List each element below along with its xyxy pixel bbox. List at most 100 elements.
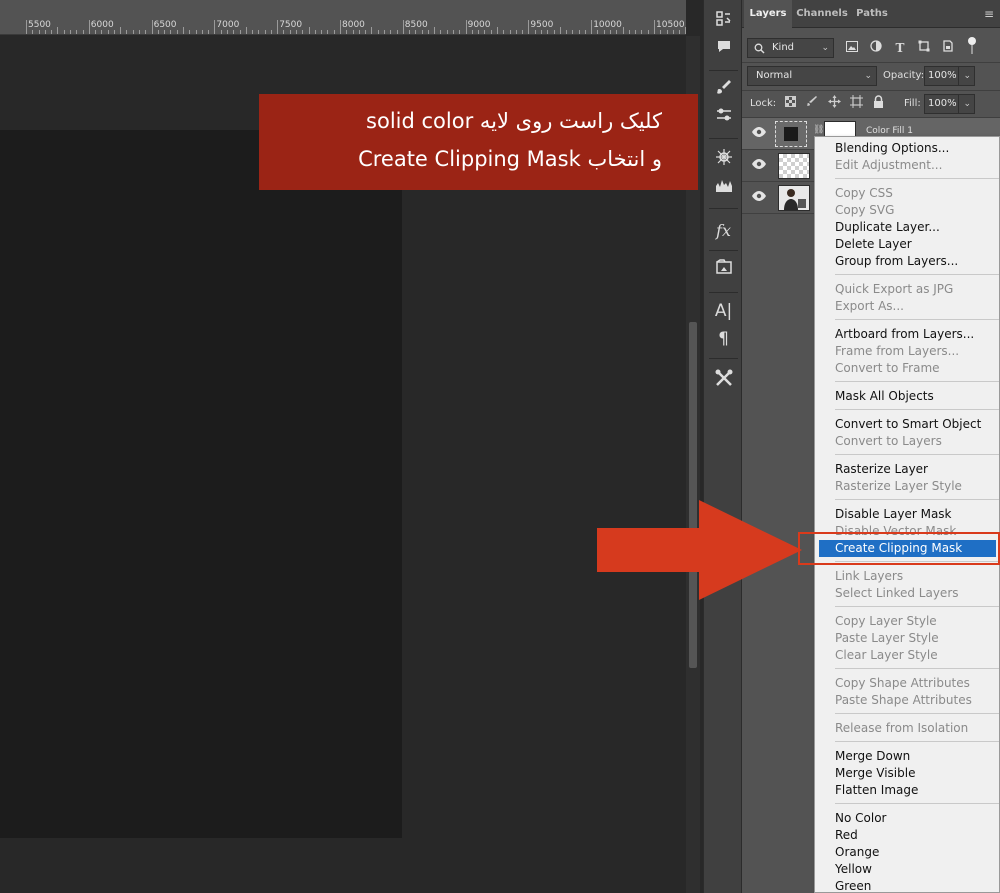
menu-item-edit-adjustment[interactable]: Edit Adjustment... (815, 157, 999, 174)
panel-icon-strip: fx A| ¶ (703, 0, 742, 893)
ruler-tick (358, 30, 360, 34)
tool-divider (709, 250, 738, 251)
menu-item-yellow[interactable]: Yellow (815, 861, 999, 878)
tab-layers[interactable]: Layers (744, 0, 792, 28)
menu-item-orange[interactable]: Orange (815, 844, 999, 861)
menu-item-convert-to-frame[interactable]: Convert to Frame (815, 360, 999, 377)
eye-icon[interactable] (752, 159, 766, 173)
menu-item-artboard-from-layers[interactable]: Artboard from Layers... (815, 326, 999, 343)
filter-toggle-icon[interactable] (964, 36, 980, 54)
ruler-tick (252, 30, 254, 34)
libraries-icon[interactable] (708, 258, 739, 284)
lock-artboard-icon[interactable] (848, 95, 864, 111)
smart-object-filter-icon[interactable] (940, 40, 956, 56)
character-icon[interactable]: A| (708, 298, 739, 324)
ruler-label: 10000 (593, 20, 622, 30)
document-canvas[interactable] (0, 130, 402, 838)
menu-item-flatten-image[interactable]: Flatten Image (815, 782, 999, 799)
photoshop-window: 5500 6000 6500 7000 7500 8000 8500 9000 9500 1000… (0, 0, 1000, 893)
lock-transparency-icon[interactable] (782, 95, 798, 111)
menu-item-disable-layer-mask[interactable]: Disable Layer Mask (815, 506, 999, 523)
fill-label: Fill: (904, 98, 921, 109)
layer-thumbnail[interactable] (778, 153, 810, 179)
ruler-tick (465, 20, 467, 34)
scrollbar-thumb[interactable] (689, 322, 697, 668)
menu-item-group-from-layers[interactable]: Group from Layers... (815, 253, 999, 270)
tab-paths[interactable]: Paths (852, 0, 892, 28)
menu-item-quick-export-as-jpg[interactable]: Quick Export as JPG (815, 281, 999, 298)
menu-item-rasterize-layer[interactable]: Rasterize Layer (815, 461, 999, 478)
lock-all-icon[interactable] (870, 95, 886, 111)
menu-item-convert-to-smart-object[interactable]: Convert to Smart Object (815, 416, 999, 433)
eye-icon[interactable] (752, 191, 766, 205)
menu-item-copy-layer-style[interactable]: Copy Layer Style (815, 613, 999, 630)
ruler-tick (283, 30, 285, 34)
tool-divider (709, 208, 738, 209)
menu-item-clear-layer-style[interactable]: Clear Layer Style (815, 647, 999, 664)
menu-item-copy-svg[interactable]: Copy SVG (815, 202, 999, 219)
menu-item-no-color[interactable]: No Color (815, 810, 999, 827)
type-filter-icon[interactable]: T (892, 40, 908, 56)
ruler-tick (32, 30, 34, 34)
ruler-tick (44, 30, 46, 34)
adjustment-filter-icon[interactable] (868, 40, 884, 56)
ruler-label: 9000 (467, 20, 491, 30)
menu-item-copy-shape-attributes[interactable]: Copy Shape Attributes (815, 675, 999, 692)
ruler-tick (446, 30, 448, 34)
comment-icon[interactable] (708, 38, 739, 64)
lock-pixels-icon[interactable] (804, 95, 820, 111)
history-brush-icon[interactable] (708, 10, 739, 36)
lock-position-icon[interactable] (826, 95, 842, 111)
panel-menu-icon[interactable]: ≡ (984, 7, 994, 21)
menu-item-paste-layer-style[interactable]: Paste Layer Style (815, 630, 999, 647)
opacity-value: 100% (928, 70, 957, 81)
menu-item-mask-all-objects[interactable]: Mask All Objects (815, 388, 999, 405)
pixel-filter-icon[interactable] (844, 40, 860, 56)
navigator-wheel-icon[interactable] (708, 148, 739, 174)
menu-item-frame-from-layers[interactable]: Frame from Layers... (815, 343, 999, 360)
ruler-tick (126, 30, 128, 34)
menu-item-red[interactable]: Red (815, 827, 999, 844)
menu-item-release-from-isolation[interactable]: Release from Isolation (815, 720, 999, 737)
ruler-tick (51, 30, 53, 34)
photo-layer-thumbnail[interactable] (778, 185, 810, 211)
fill-dropdown-button[interactable]: ⌄ (958, 94, 975, 114)
fx-icon[interactable]: fx (708, 218, 739, 244)
horizontal-ruler[interactable]: 5500 6000 6500 7000 7500 8000 8500 9000 9500 1000… (0, 0, 686, 35)
eye-icon[interactable] (752, 127, 766, 141)
ruler-tick (471, 30, 473, 34)
brush-settings-icon[interactable] (708, 78, 739, 104)
menu-item-blending-options[interactable]: Blending Options... (815, 140, 999, 157)
layer-name[interactable]: Color Fill 1 (866, 126, 913, 136)
ruler-tick (371, 27, 373, 34)
menu-item-select-linked-layers[interactable]: Select Linked Layers (815, 585, 999, 602)
ruler-label: 8000 (342, 20, 365, 30)
ruler-tick (578, 30, 580, 34)
shape-filter-icon[interactable] (916, 40, 932, 56)
menu-item-copy-css[interactable]: Copy CSS (815, 185, 999, 202)
blend-mode-dropdown[interactable]: Normal ⌄ (747, 66, 877, 86)
tools-icon[interactable] (708, 368, 739, 394)
menu-item-green[interactable]: Green (815, 878, 999, 893)
histogram-icon[interactable] (708, 176, 739, 202)
ruler-tick (69, 30, 71, 34)
ruler-tick (38, 30, 40, 34)
fill-layer-thumbnail[interactable] (775, 121, 807, 147)
menu-item-duplicate-layer[interactable]: Duplicate Layer... (815, 219, 999, 236)
adjust-sliders-icon[interactable] (708, 106, 739, 132)
ruler-tick (321, 30, 323, 34)
filter-kind-dropdown[interactable]: Kind ⌄ (747, 38, 834, 58)
menu-item-link-layers[interactable]: Link Layers (815, 568, 999, 585)
lock-label: Lock: (750, 98, 777, 109)
menu-item-delete-layer[interactable]: Delete Layer (815, 236, 999, 253)
opacity-dropdown-button[interactable]: ⌄ (958, 66, 975, 86)
tab-channels[interactable]: Channels (794, 0, 850, 28)
menu-item-paste-shape-attributes[interactable]: Paste Shape Attributes (815, 692, 999, 709)
menu-item-merge-visible[interactable]: Merge Visible (815, 765, 999, 782)
menu-item-merge-down[interactable]: Merge Down (815, 748, 999, 765)
menu-item-export-as[interactable]: Export As... (815, 298, 999, 315)
menu-item-convert-to-layers[interactable]: Convert to Layers (815, 433, 999, 450)
ruler-tick (145, 30, 147, 34)
paragraph-icon[interactable]: ¶ (708, 326, 739, 352)
menu-item-rasterize-layer-style[interactable]: Rasterize Layer Style (815, 478, 999, 495)
